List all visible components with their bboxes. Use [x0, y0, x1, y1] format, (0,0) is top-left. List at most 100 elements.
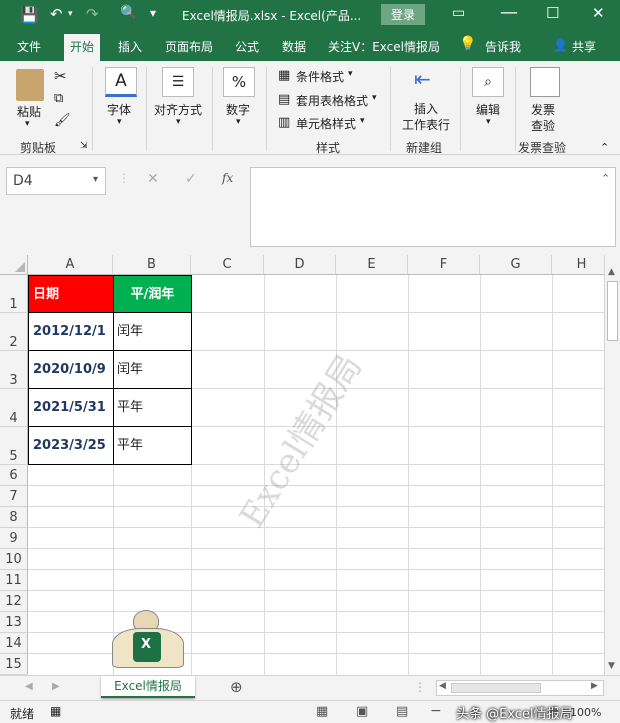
alignment-icon[interactable]: ☰ [162, 67, 194, 97]
name-box[interactable]: D4 ▾ [6, 167, 106, 195]
ribbon-display-icon[interactable]: ▭ [452, 5, 465, 21]
row-header-14[interactable]: 14 [0, 633, 28, 654]
next-sheet-icon[interactable]: ▶ [52, 681, 60, 692]
worksheet-grid[interactable]: A B C D E F G H 1 2 3 4 5 6 7 8 9 10 11 … [0, 255, 604, 675]
save-icon[interactable]: 💾 [20, 6, 39, 24]
insert-row-button[interactable]: 插入 工作表行 [402, 101, 450, 133]
year-type-cell[interactable]: 平年 [113, 426, 192, 465]
login-button[interactable]: 登录 [381, 4, 426, 25]
name-box-dropdown-icon[interactable]: ▾ [93, 174, 98, 185]
row-header-6[interactable]: 6 [0, 465, 28, 486]
collapse-ribbon-icon[interactable]: ⌃ [600, 141, 609, 154]
percent-icon[interactable]: % [223, 67, 255, 97]
tab-home[interactable]: 开始 [64, 34, 101, 61]
sheet-tab-active[interactable]: Excel情报局 [101, 676, 195, 698]
row-header-9[interactable]: 9 [0, 528, 28, 549]
column-header-g[interactable]: G [480, 255, 552, 275]
paste-icon[interactable] [16, 69, 44, 101]
scroll-thumb[interactable] [607, 281, 618, 341]
row-header-8[interactable]: 8 [0, 507, 28, 528]
header-cell-date[interactable]: 日期 [28, 275, 114, 313]
tab-insert[interactable]: 插入 [118, 38, 142, 55]
cancel-icon[interactable]: ✕ [147, 171, 159, 187]
prev-sheet-icon[interactable]: ◀ [25, 681, 33, 692]
clipboard-launcher-icon[interactable]: ⇲ [80, 141, 88, 151]
header-cell-year-type[interactable]: 平/润年 [113, 275, 192, 313]
table-format-dropdown-icon[interactable]: ▾ [372, 93, 377, 103]
enter-icon[interactable]: ✓ [185, 171, 197, 187]
zoom-in-icon[interactable]: + [548, 703, 560, 719]
format-painter-icon[interactable]: 🖌 [54, 113, 71, 128]
column-header-f[interactable]: F [408, 255, 480, 275]
font-icon[interactable]: A [105, 67, 137, 97]
number-button[interactable]: 数字 [226, 101, 250, 118]
year-type-cell[interactable]: 闰年 [113, 312, 192, 351]
share-button[interactable]: 共享 [572, 38, 596, 55]
horizontal-scrollbar[interactable]: ◀ ▶ [436, 680, 604, 696]
edit-button[interactable]: 编辑 [476, 101, 500, 118]
macro-record-icon[interactable]: ▦ [50, 704, 61, 718]
row-header-15[interactable]: 15 [0, 654, 28, 675]
table-format-button[interactable]: 套用表格格式 [296, 92, 368, 109]
number-dropdown-icon[interactable]: ▾ [236, 117, 241, 127]
cut-icon[interactable]: ✂ [54, 67, 67, 85]
column-header-b[interactable]: B [113, 255, 191, 275]
page-break-view-icon[interactable]: ▤ [396, 704, 408, 719]
font-dropdown-icon[interactable]: ▾ [117, 117, 122, 127]
add-sheet-icon[interactable]: ⊕ [230, 678, 243, 696]
conditional-format-button[interactable]: 条件格式 [296, 68, 344, 85]
row-header-13[interactable]: 13 [0, 612, 28, 633]
insert-function-icon[interactable]: fx [222, 171, 233, 185]
year-type-cell[interactable]: 闰年 [113, 350, 192, 389]
undo-dropdown-icon[interactable]: ▾ [68, 9, 73, 19]
date-cell[interactable]: 2023/3/25 [28, 426, 114, 465]
formula-input[interactable]: ⌃ [250, 167, 616, 247]
tab-page-layout[interactable]: 页面布局 [165, 38, 213, 55]
scroll-up-icon[interactable]: ▲ [608, 267, 615, 277]
undo-icon[interactable]: ↶ [50, 5, 63, 23]
alignment-button[interactable]: 对齐方式 [154, 101, 202, 118]
date-cell[interactable]: 2020/10/9 [28, 350, 114, 389]
row-header-5[interactable]: 5 [0, 427, 28, 465]
print-preview-icon[interactable]: 🔍 [120, 5, 137, 21]
insert-row-icon[interactable]: ⇤ [414, 67, 431, 91]
row-header-12[interactable]: 12 [0, 591, 28, 612]
hscroll-thumb[interactable] [451, 683, 541, 693]
row-header-11[interactable]: 11 [0, 570, 28, 591]
column-header-e[interactable]: E [336, 255, 408, 275]
cell-style-button[interactable]: 单元格样式 [296, 115, 356, 132]
copy-icon[interactable]: ⧉ [54, 91, 63, 106]
date-cell[interactable]: 2012/12/1 [28, 312, 114, 351]
invoice-check-button[interactable]: 发票 查验 [531, 102, 555, 134]
tab-file[interactable]: 文件 [17, 38, 41, 55]
normal-view-icon[interactable]: ▦ [316, 704, 328, 719]
zoom-level[interactable]: 100% [570, 706, 601, 719]
search-icon[interactable]: ⌕ [472, 67, 504, 97]
maximize-icon[interactable]: ☐ [546, 4, 559, 22]
edit-dropdown-icon[interactable]: ▾ [486, 117, 491, 127]
close-icon[interactable]: ✕ [592, 4, 605, 22]
column-header-d[interactable]: D [264, 255, 336, 275]
paste-dropdown-icon[interactable]: ▾ [25, 119, 30, 129]
tab-formulas[interactable]: 公式 [235, 38, 259, 55]
font-button[interactable]: 字体 [107, 101, 131, 118]
tab-follow[interactable]: 关注V：Excel情报局 [328, 38, 440, 55]
minimize-icon[interactable]: — [500, 2, 518, 23]
scroll-right-icon[interactable]: ▶ [591, 681, 598, 691]
column-header-a[interactable]: A [28, 255, 113, 275]
year-type-cell[interactable]: 平年 [113, 388, 192, 427]
vertical-scrollbar[interactable]: ▲ ▼ [604, 255, 620, 675]
zoom-out-icon[interactable]: − [430, 703, 442, 719]
row-header-10[interactable]: 10 [0, 549, 28, 570]
expand-formula-icon[interactable]: ⌃ [601, 172, 610, 185]
select-all-corner[interactable] [0, 255, 28, 275]
row-header-2[interactable]: 2 [0, 313, 28, 351]
cell-style-dropdown-icon[interactable]: ▾ [360, 116, 365, 126]
scroll-left-icon[interactable]: ◀ [439, 681, 446, 691]
column-header-h[interactable]: H [552, 255, 604, 275]
quick-access-dropdown-icon[interactable]: ▾ [150, 6, 156, 20]
alignment-dropdown-icon[interactable]: ▾ [176, 117, 181, 127]
conditional-format-dropdown-icon[interactable]: ▾ [348, 69, 353, 79]
tab-data[interactable]: 数据 [282, 38, 306, 55]
date-cell[interactable]: 2021/5/31 [28, 388, 114, 427]
